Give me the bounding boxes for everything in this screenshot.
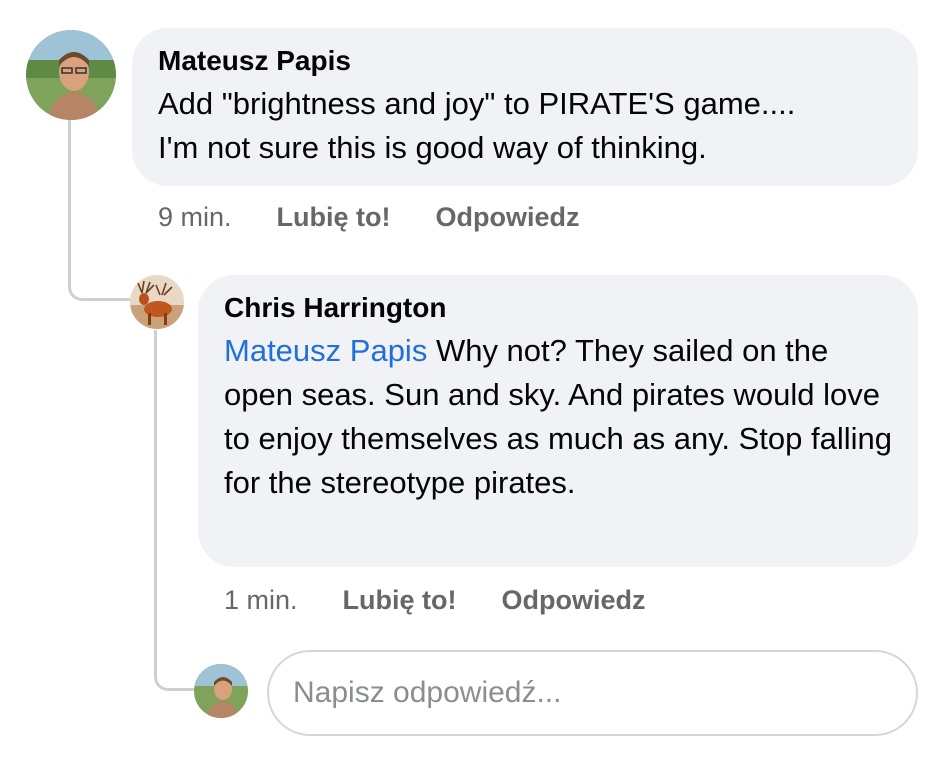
comment-text: Add "brightness and joy" to PIRATE'S gam… <box>158 82 892 170</box>
reply-actions: 1 min. Lubię to! Odpowiedz <box>224 585 646 616</box>
comment-bubble: Mateusz Papis Add "brightness and joy" t… <box>132 28 918 186</box>
reply-input[interactable] <box>267 650 918 736</box>
reply-bubble: Chris Harrington Mateusz Papis Why not? … <box>198 275 918 567</box>
avatar-chris[interactable] <box>130 275 184 329</box>
reply-timestamp[interactable]: 1 min. <box>224 585 298 616</box>
deer-photo-icon <box>130 275 184 329</box>
comment-text-line: Add "brightness and joy" to PIRATE'S gam… <box>158 86 796 121</box>
reply-reply-button[interactable]: Odpowiedz <box>502 585 646 616</box>
reply-thread-connector <box>154 330 197 691</box>
reply-author[interactable]: Chris Harrington <box>224 291 892 325</box>
mention-link[interactable]: Mateusz Papis <box>224 333 427 368</box>
reply-like-button[interactable]: Lubię to! <box>343 585 457 616</box>
comment-actions: 9 min. Lubię to! Odpowiedz <box>158 202 580 233</box>
current-user-avatar[interactable] <box>194 664 248 718</box>
comment-text-line: I'm not sure this is good way of thinkin… <box>158 130 707 165</box>
thread-connector <box>68 118 133 301</box>
avatar-mateusz[interactable] <box>26 30 116 120</box>
reply-text: Mateusz Papis Why not? They sailed on th… <box>224 329 892 505</box>
like-button[interactable]: Lubię to! <box>277 202 391 233</box>
profile-photo-icon <box>194 664 248 718</box>
reply-button[interactable]: Odpowiedz <box>436 202 580 233</box>
profile-photo-icon <box>26 30 116 120</box>
comment-author[interactable]: Mateusz Papis <box>158 44 892 78</box>
comment-timestamp[interactable]: 9 min. <box>158 202 232 233</box>
